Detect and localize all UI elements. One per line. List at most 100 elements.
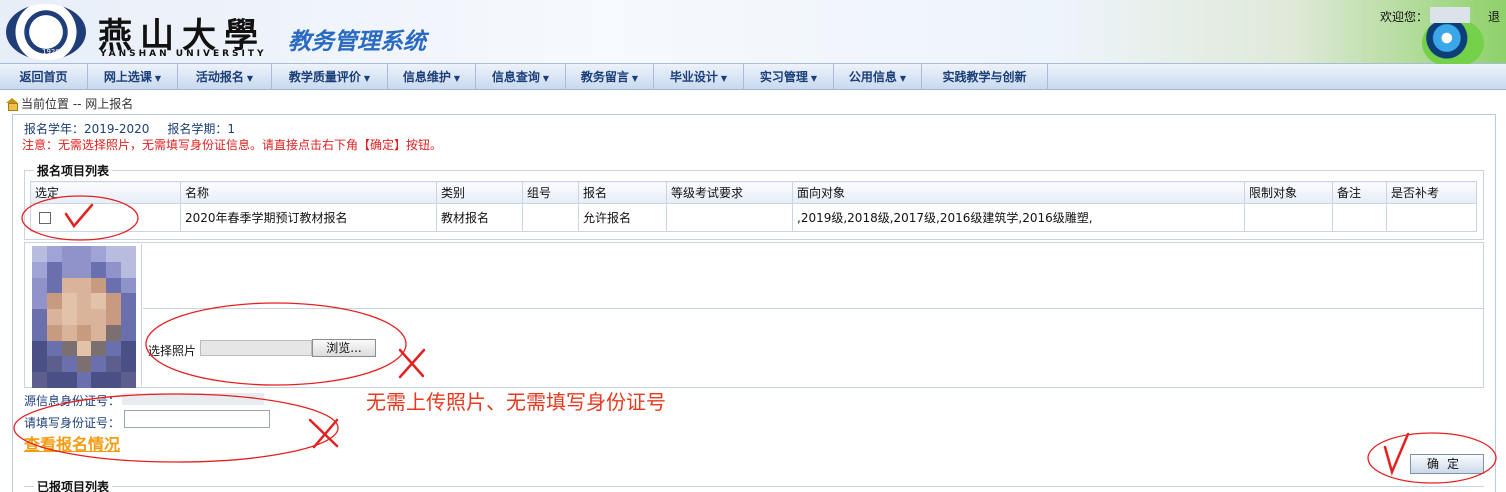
photo-pixel — [32, 246, 47, 262]
nav-label: 活动报名 — [195, 70, 244, 84]
col-header: 面向对象 — [792, 181, 1245, 204]
photo-pixel — [76, 293, 92, 310]
photo-pixel — [32, 324, 47, 341]
photo-pixel — [32, 372, 47, 388]
photo-pixel — [76, 277, 92, 294]
photo-pixel — [106, 309, 122, 325]
caret-down-icon: ▼ — [899, 74, 907, 83]
nav-item-practice-innovation[interactable]: 实践教学与创新 — [922, 64, 1048, 90]
col-header: 类别 — [436, 181, 523, 204]
photo-pixel — [106, 356, 122, 373]
photo-pixel — [91, 372, 107, 388]
photo-pixel — [32, 277, 47, 294]
photo-pixel — [121, 293, 136, 310]
reported-list-fieldset — [24, 486, 1484, 492]
student-photo-pixelated — [32, 246, 136, 388]
nav-item-activity-signup[interactable]: 活动报名 ▼ — [178, 64, 272, 90]
photo-pixel — [106, 372, 122, 388]
signup-term: 报名学期：1 — [167, 122, 236, 136]
caret-down-icon: ▼ — [631, 74, 639, 83]
col-header: 限制对象 — [1244, 181, 1333, 204]
caret-down-icon: ▼ — [720, 74, 728, 83]
caret-down-icon: ▼ — [810, 74, 818, 83]
caret-down-icon: ▼ — [154, 74, 162, 83]
caret-down-icon: ▼ — [363, 74, 371, 83]
breadcrumb: 当前位置 -- 网上报名 — [6, 95, 133, 112]
choose-photo-label: 选择照片 — [148, 344, 197, 358]
photo-pixel — [61, 277, 77, 294]
photo-pixel — [61, 293, 77, 310]
cell-signup: 允许报名 — [578, 203, 667, 232]
caret-down-icon: ▼ — [246, 74, 254, 83]
photo-pixel — [121, 261, 136, 278]
photo-divider — [143, 308, 1483, 309]
logout-link[interactable]: 退 — [1488, 8, 1500, 25]
username-redacted — [1430, 7, 1470, 23]
photo-pixel — [91, 356, 107, 373]
caret-down-icon: ▼ — [453, 74, 461, 83]
nav-item-info-maintenance[interactable]: 信息维护 ▼ — [388, 64, 476, 90]
photo-pixel — [91, 293, 107, 310]
source-id-redacted — [122, 393, 264, 405]
cell-restrict — [1244, 203, 1333, 232]
col-header: 是否补考 — [1386, 181, 1477, 204]
photo-pixel — [76, 309, 92, 325]
photo-pixel — [91, 340, 107, 357]
annotation-text: 无需上传照片、无需填写身份证号 — [366, 390, 666, 414]
table-row: 2020年春季学期预订教材报名 教材报名 允许报名 ,2019级,2018级,2… — [30, 203, 1477, 232]
photo-file-input[interactable] — [200, 340, 312, 356]
col-header: 等级考试要求 — [666, 181, 793, 204]
system-title: 教务管理系统 — [288, 29, 426, 55]
select-cell — [30, 203, 181, 232]
cell-name: 2020年春季学期预订教材报名 — [180, 203, 437, 232]
nav-item-public-info[interactable]: 公用信息 ▼ — [834, 64, 922, 90]
nav-label: 实习管理 — [759, 70, 808, 84]
nav-item-graduation-design[interactable]: 毕业设计 ▼ — [654, 64, 744, 90]
photo-pixel — [121, 356, 136, 373]
nav-label: 教务留言 — [580, 70, 629, 84]
nav-item-info-query[interactable]: 信息查询 ▼ — [476, 64, 566, 90]
photo-pixel — [121, 372, 136, 388]
view-signup-status-link[interactable]: 查看报名情况 — [24, 431, 120, 455]
confirm-button[interactable]: 确定 — [1410, 454, 1484, 474]
nav-label: 信息查询 — [491, 70, 540, 84]
photo-pixel — [76, 261, 92, 278]
browse-button[interactable]: 浏览... — [312, 339, 376, 357]
photo-pixel — [46, 356, 62, 373]
nav-item-internship[interactable]: 实习管理 ▼ — [744, 64, 834, 90]
select-checkbox[interactable] — [39, 212, 51, 224]
home-icon — [6, 98, 19, 111]
nav-item-messages[interactable]: 教务留言 ▼ — [566, 64, 654, 90]
photo-pixel — [121, 340, 136, 357]
nav-item-home[interactable]: 返回首页 — [0, 64, 88, 90]
photo-pixel — [46, 372, 62, 388]
col-header: 备注 — [1332, 181, 1387, 204]
photo-pixel — [46, 246, 62, 262]
cell-makeup — [1386, 203, 1477, 232]
photo-pixel — [46, 293, 62, 310]
photo-pixel — [106, 293, 122, 310]
photo-pixel — [121, 324, 136, 341]
photo-pixel — [32, 340, 47, 357]
photo-pixel — [91, 246, 107, 262]
photo-pixel — [76, 372, 92, 388]
photo-pixel — [61, 261, 77, 278]
col-header: 选定 — [30, 181, 181, 204]
nav-item-course-selection[interactable]: 网上选课 ▼ — [88, 64, 178, 90]
photo-pixel — [61, 324, 77, 341]
photo-pixel — [76, 246, 92, 262]
photo-pixel — [46, 324, 62, 341]
school-name-en: YANSHAN UNIVERSITY — [100, 49, 267, 59]
university-seal-logo: 1920 — [6, 4, 86, 60]
caret-down-icon: ▼ — [542, 74, 550, 83]
id-number-input[interactable] — [124, 410, 270, 428]
photo-pixel — [61, 246, 77, 262]
nav-item-teaching-evaluation[interactable]: 教学质量评价 ▼ — [272, 64, 388, 90]
photo-pixel — [76, 340, 92, 357]
nav-label: 毕业设计 — [669, 70, 718, 84]
source-id-label: 源信息身份证号： — [24, 394, 121, 408]
project-list-legend: 报名项目列表 — [34, 162, 113, 179]
cell-target: ,2019级,2018级,2017级,2016级建筑学,2016级雕塑, — [792, 203, 1245, 232]
nav-label: 实践教学与创新 — [942, 70, 1027, 84]
photo-pixel — [61, 340, 77, 357]
